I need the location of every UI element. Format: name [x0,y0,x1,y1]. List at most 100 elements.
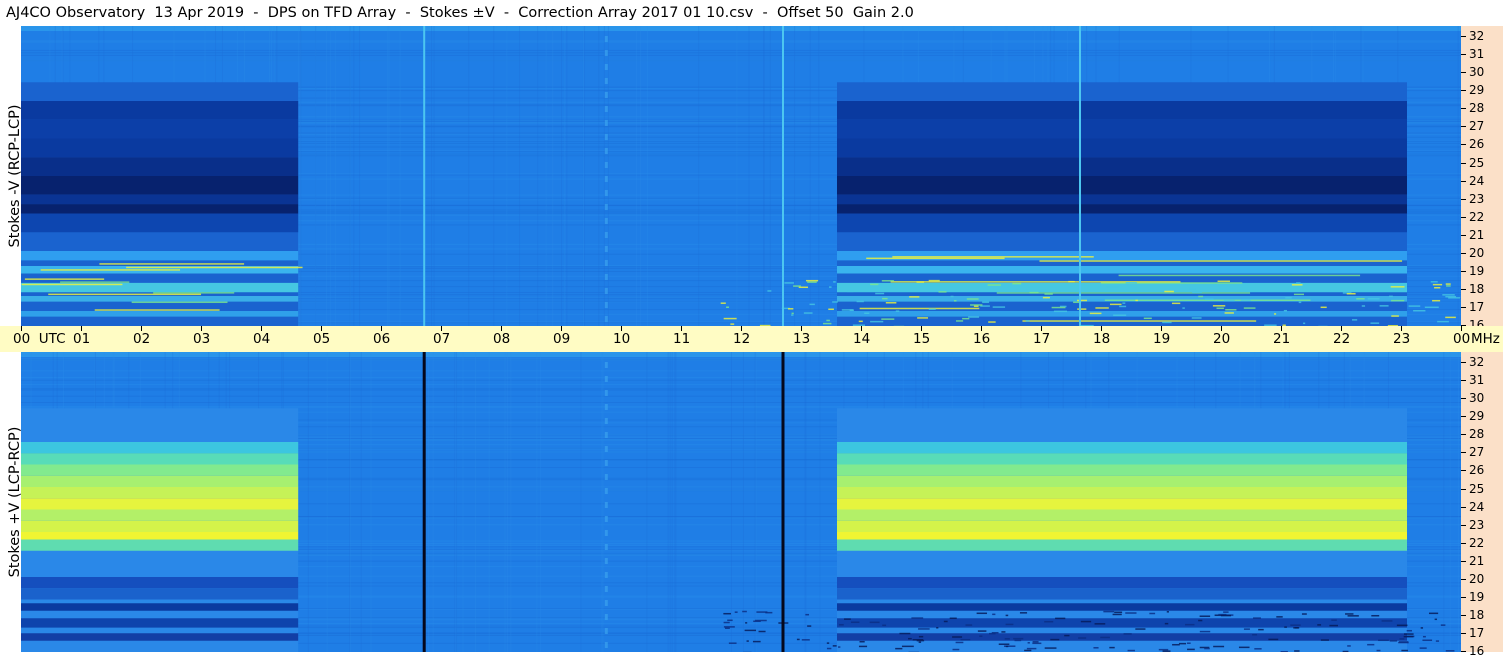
frequency-tick [1461,289,1466,290]
heatmap-speckle [1220,614,1232,617]
heatmap-noise-col [493,26,495,326]
heatmap-speckle [1032,642,1042,645]
heatmap-speckle [1005,623,1014,626]
heatmap-band [21,520,299,532]
heatmap-speckle [832,645,837,647]
frequency-tick-label: 24 [1469,499,1485,514]
time-axis: 00 UTC 01 02 03 04 05 06 07 08 09 10 11 12 13 14 15 16 17… [0,326,1503,352]
frequency-axis-top: 3231302928272625242322212019181716 [1461,26,1503,331]
heatmap-noise-col [399,26,401,326]
heatmap-band [21,296,299,302]
heatmap-speckle [742,610,747,613]
heatmap-noise-col [298,26,300,326]
heatmap-noise-col [603,26,605,326]
heatmap-noise-col [370,352,372,652]
heatmap-noise-col [349,26,351,326]
heatmap-speckle [1390,286,1405,288]
heatmap-speckle [1103,610,1115,613]
heatmap-band [21,204,299,214]
frequency-tick-label: 27 [1469,445,1485,460]
frequency-tick [1461,216,1466,218]
heatmap-speckle [1060,290,1072,292]
heatmap-streak [866,257,1005,260]
heatmap-speckle [1437,320,1449,323]
heatmap-noise-col [742,352,744,652]
frequency-axis-bottom: 32 31 30 29 28 27 26 25 24 23 22 21 20 19 18 17 16 [1461,352,1503,657]
heatmap-streak [99,263,245,265]
frequency-tick-label: 16 [1469,644,1485,659]
heatmap-dot [604,190,608,196]
heatmap-band [837,176,1407,195]
heatmap-speckle [859,640,865,643]
heatmap-noise-col [349,352,351,652]
heatmap-speckle [1053,310,1068,313]
heatmap-speckle [791,314,794,316]
heatmap-noise-col [506,352,508,652]
heatmap-streak [1118,274,1361,277]
heatmap-speckle [1290,624,1301,626]
heatmap-speckle [1294,627,1299,629]
heatmap-speckle [968,316,980,318]
frequency-tick [1461,380,1466,382]
heatmap-dot [604,162,608,168]
heatmap-speckle [1398,641,1409,644]
heatmap-speckle [1225,309,1237,311]
heatmap-speckle [1199,615,1211,617]
frequency-tick [1461,506,1466,508]
heatmap-speckle [1068,280,1075,283]
spectrogram-top-plot [21,26,1461,326]
time-tick-label: 22 [1333,331,1351,347]
heatmap-band [837,453,1407,465]
heatmap-speckle [1112,613,1122,616]
heatmap-band [21,475,299,487]
heatmap-speckle [826,319,830,322]
heatmap-speckle [727,619,733,622]
heatmap-noise-col [1457,352,1459,652]
heatmap-band [21,633,299,641]
heatmap-speckle [1192,291,1202,294]
heatmap-speckle [1422,639,1433,642]
heatmap-noise-col [360,352,362,652]
heatmap-noise-col [674,352,676,652]
heatmap-speckle [1367,298,1380,300]
heatmap-speckle [1317,624,1322,626]
time-tick-label: 19 [1153,331,1171,347]
heatmap-speckle [1185,623,1195,626]
heatmap-speckle [1253,617,1261,619]
frequency-tick-label: 25 [1469,481,1485,496]
heatmap-speckle [1204,647,1210,650]
frequency-tick [1461,198,1466,200]
heatmap-speckle [917,317,928,319]
heatmap-speckle [1347,645,1351,647]
heatmap-speckle [960,638,971,641]
time-tick-label: 05 [313,331,331,347]
heatmap-noise-col [388,26,390,326]
heatmap-speckle [991,631,999,634]
heatmap-dot [604,460,608,466]
heatmap-speckle [1158,648,1169,651]
heatmap-noise-col [539,352,541,652]
frequency-tick-label: 30 [1469,65,1485,80]
heatmap-band [21,311,299,317]
heatmap-speckle [928,308,936,311]
heatmap-dot [604,36,608,42]
heatmap-noise-col [359,26,361,326]
heatmap-speckle [1135,628,1146,630]
heatmap-noise-col [819,352,821,652]
frequency-tick-label: 32 [1469,355,1485,369]
heatmap-dot [604,404,608,410]
heatmap-dot [604,572,608,578]
heatmap-speckle [1434,618,1438,621]
heatmap-speckle [1389,295,1393,298]
heatmap-dot [604,432,608,438]
heatmap-band [21,498,299,510]
heatmap-vertical-line [781,352,785,652]
y-axis-label-bottom: Stokes +V (LCP-RCP) [7,426,23,578]
heatmap-streak [892,256,1094,258]
time-tick-label: 01 [73,331,91,347]
frequency-tick-label: 23 [1469,517,1485,532]
frequency-tick [1461,270,1466,272]
heatmap-band [21,213,299,233]
heatmap-speckle [1268,638,1279,641]
heatmap-speckle [908,637,912,640]
